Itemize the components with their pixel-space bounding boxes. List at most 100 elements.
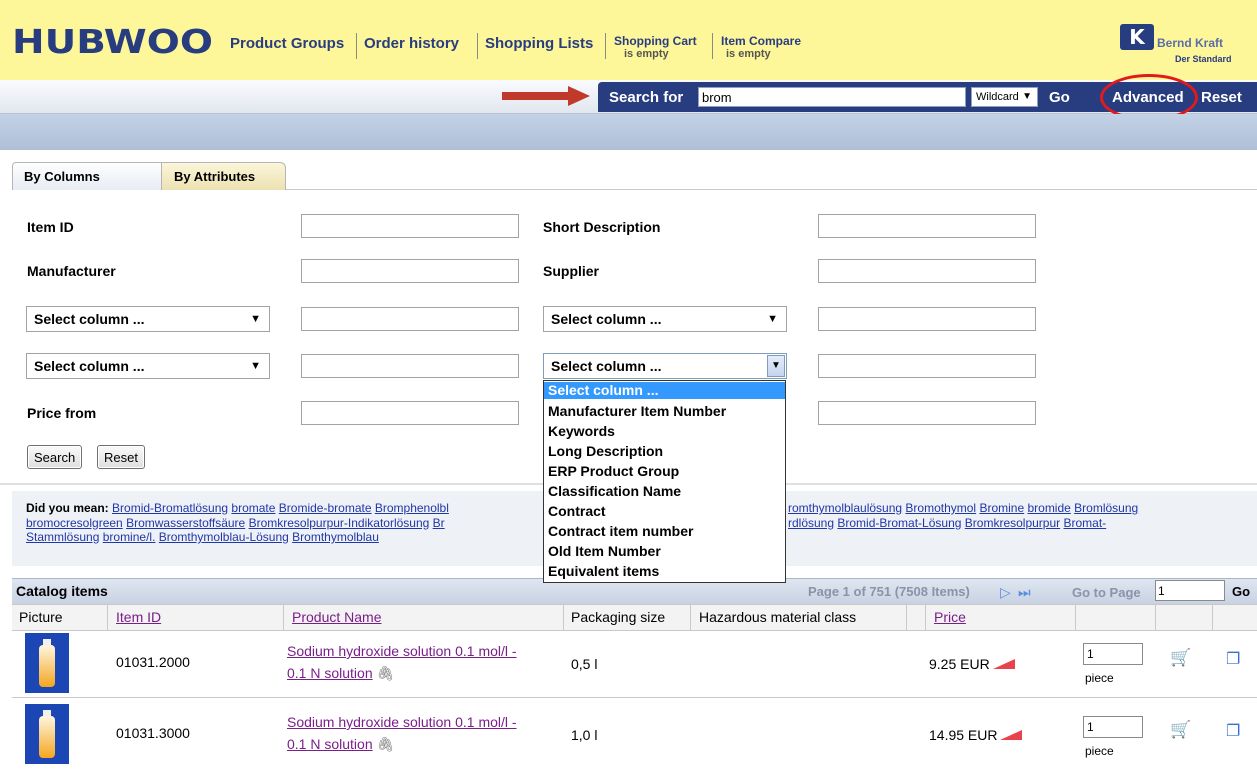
product-name-cell[interactable]: Sodium hydroxide solution 0.1 mol/l - 0.… xyxy=(287,640,517,684)
column-select-value: Select column ... xyxy=(34,311,145,327)
column-value-input-4[interactable] xyxy=(818,354,1036,378)
item-compare-label: Item Compare xyxy=(721,34,802,48)
compare-icon[interactable]: ❐ xyxy=(1226,649,1240,669)
hubwoo-logo[interactable]: HUBWOO xyxy=(12,22,213,61)
suggestion-link[interactable]: Bromat- xyxy=(1064,516,1107,530)
supplier-input[interactable] xyxy=(818,259,1036,283)
column-header-item-id[interactable]: Item ID xyxy=(116,609,161,625)
column-select-3[interactable]: Select column ... ▼ xyxy=(26,353,270,379)
item-id-input[interactable] xyxy=(301,214,519,238)
nav-product-groups[interactable]: Product Groups xyxy=(230,35,344,52)
form-search-button[interactable]: Search xyxy=(27,445,83,469)
column-value-input-2[interactable] xyxy=(818,307,1036,331)
product-name-link[interactable]: 0.1 N solution xyxy=(287,736,373,752)
search-reset-button[interactable]: Reset xyxy=(1201,89,1242,106)
price-value: 14.95 EUR xyxy=(929,727,998,743)
manufacturer-input[interactable] xyxy=(301,259,519,283)
unit-label: piece xyxy=(1085,671,1114,685)
quantity-input[interactable] xyxy=(1083,643,1143,665)
dropdown-option[interactable]: Contract item number xyxy=(544,521,785,541)
suggestion-link[interactable]: Bromkresolpurpur xyxy=(965,516,1060,530)
dropdown-option[interactable]: Old Item Number xyxy=(544,541,785,561)
column-select-4-open[interactable]: Select column ... ▼ xyxy=(543,353,787,379)
dropdown-option-selected[interactable]: Select column ... xyxy=(544,382,785,399)
search-input[interactable] xyxy=(698,87,966,107)
suggestion-link[interactable]: Bromwasserstoffsäure xyxy=(126,516,245,530)
chevron-down-icon[interactable]: ▼ xyxy=(767,355,785,377)
column-header-product-name[interactable]: Product Name xyxy=(292,609,381,625)
dropdown-option[interactable]: Classification Name xyxy=(544,481,785,501)
form-reset-button[interactable]: Reset xyxy=(97,445,145,469)
short-description-input[interactable] xyxy=(818,214,1036,238)
dropdown-option[interactable]: Long Description xyxy=(544,441,785,461)
tab-by-columns[interactable]: By Columns xyxy=(12,162,162,190)
suggestion-link[interactable]: Bromkresolpurpur-Indikatorlösung xyxy=(249,516,430,530)
column-value-input-3[interactable] xyxy=(301,354,519,378)
product-name-link[interactable]: 0.1 N solution xyxy=(287,665,373,681)
chevron-down-icon: ▼ xyxy=(1022,91,1032,102)
suggestion-link[interactable]: Stammlösung xyxy=(26,530,99,544)
column-header-price[interactable]: Price xyxy=(934,609,966,625)
nav-order-history[interactable]: Order history xyxy=(364,35,459,52)
suggestion-link[interactable]: Bromid-Bromatlösung xyxy=(112,501,228,515)
chevron-down-icon: ▼ xyxy=(250,360,261,372)
nav-shopping-cart[interactable]: Shopping Cart is empty xyxy=(614,35,697,61)
next-page-icon[interactable]: ▷ xyxy=(1000,584,1011,601)
nav-shopping-lists[interactable]: Shopping Lists xyxy=(485,35,593,52)
dropdown-option[interactable]: Manufacturer Item Number xyxy=(544,401,785,421)
shopping-cart-label: Shopping Cart xyxy=(614,34,697,48)
suggestion-link[interactable]: Bromine xyxy=(979,501,1024,515)
suggestion-link[interactable]: Bromlösung xyxy=(1074,501,1138,515)
sort-item-id-link[interactable]: Item ID xyxy=(116,609,161,625)
product-name-link[interactable]: Sodium hydroxide solution 0.1 mol/l - xyxy=(287,714,517,730)
column-select-value: Select column ... xyxy=(551,311,662,327)
search-go-button[interactable]: Go xyxy=(1049,89,1070,106)
product-thumbnail[interactable] xyxy=(25,704,69,764)
go-to-page-button[interactable]: Go xyxy=(1232,584,1250,599)
suggestion-link[interactable]: bromocresolgreen xyxy=(26,516,123,530)
product-name-link[interactable]: Sodium hydroxide solution 0.1 mol/l - xyxy=(287,643,517,659)
sort-price-link[interactable]: Price xyxy=(934,609,966,625)
column-select-2[interactable]: Select column ... ▼ xyxy=(543,306,787,332)
dropdown-option[interactable]: Contract xyxy=(544,501,785,521)
quantity-input[interactable] xyxy=(1083,716,1143,738)
price-to-input[interactable] xyxy=(818,401,1036,425)
dropdown-option[interactable]: Equivalent items xyxy=(544,561,785,581)
suggestion-link[interactable]: bromate xyxy=(231,501,275,515)
add-to-cart-icon[interactable]: 🛒 xyxy=(1170,720,1191,740)
last-page-icon[interactable]: ⏭ xyxy=(1018,584,1031,601)
bernd-kraft-logo-mark: K xyxy=(1120,24,1154,50)
compare-icon[interactable]: ❐ xyxy=(1226,721,1240,741)
nav-divider xyxy=(712,33,713,59)
suggestion-link[interactable]: romthymolblaulösung xyxy=(788,501,902,515)
column-select-dropdown: Select column ... Manufacturer Item Numb… xyxy=(543,380,786,583)
dropdown-option[interactable]: ERP Product Group xyxy=(544,461,785,481)
suggestion-link[interactable]: Bromothymol xyxy=(905,501,976,515)
suggestion-link[interactable]: Bromphenolbl xyxy=(375,501,449,515)
supplier-label: Supplier xyxy=(543,263,600,279)
price-from-label: Price from xyxy=(27,405,97,421)
product-thumbnail[interactable] xyxy=(25,633,69,693)
suggestion-link[interactable]: Bromide-bromate xyxy=(279,501,372,515)
sort-product-name-link[interactable]: Product Name xyxy=(292,609,381,625)
column-value-input-1[interactable] xyxy=(301,307,519,331)
suggestion-link[interactable]: Bromid-Bromat-Lösung xyxy=(837,516,961,530)
nav-item-compare[interactable]: Item Compare is empty xyxy=(721,35,801,61)
add-to-cart-icon[interactable]: 🛒 xyxy=(1170,648,1191,668)
go-to-page-input[interactable] xyxy=(1155,580,1225,601)
suggestion-link[interactable]: bromide xyxy=(1027,501,1070,515)
item-id-cell: 01031.3000 xyxy=(116,725,190,741)
column-header-hazardous-class: Hazardous material class xyxy=(699,609,857,625)
product-name-cell[interactable]: Sodium hydroxide solution 0.1 mol/l - 0.… xyxy=(287,711,517,755)
search-mode-select[interactable]: Wildcard ▼ xyxy=(971,87,1038,107)
suggestion-link[interactable]: rdlösung xyxy=(788,516,834,530)
search-mode-value: Wildcard xyxy=(976,91,1019,103)
dropdown-option[interactable]: Keywords xyxy=(544,421,785,441)
suggestion-link[interactable]: Br xyxy=(433,516,445,530)
chevron-down-icon: ▼ xyxy=(250,313,261,325)
suggestion-link[interactable]: bromine/l. xyxy=(103,530,156,544)
column-select-1[interactable]: Select column ... ▼ xyxy=(26,306,270,332)
suggestion-link[interactable]: Bromthymolblau xyxy=(292,530,379,544)
suggestion-link[interactable]: Bromthymolblau-Lösung xyxy=(159,530,289,544)
price-from-input[interactable] xyxy=(301,401,519,425)
